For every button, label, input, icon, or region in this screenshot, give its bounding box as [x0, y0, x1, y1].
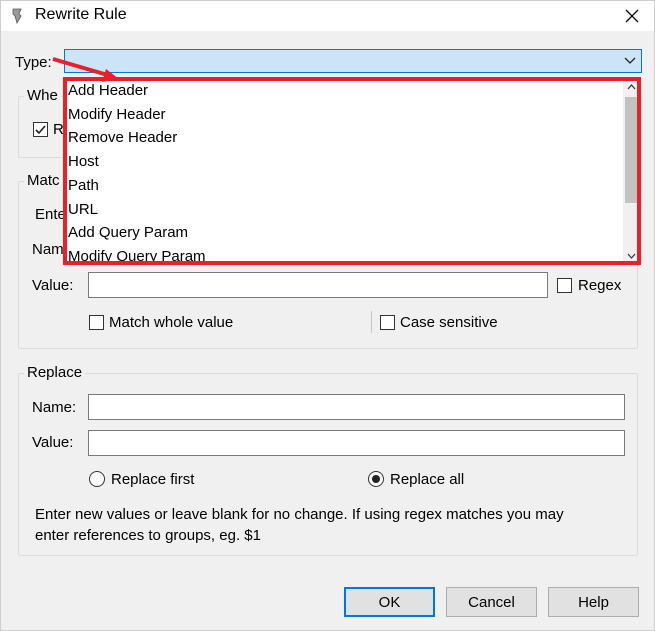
match-whole-checkbox[interactable]: [89, 315, 104, 330]
annotation-arrow-icon: [52, 57, 119, 82]
replace-name-input[interactable]: [88, 394, 625, 420]
replace-hint-line2: enter references to groups, eg. $1: [35, 527, 261, 544]
where-checkbox[interactable]: [33, 122, 48, 137]
type-dropdown-list[interactable]: Add Header Modify Header Remove Header H…: [63, 77, 641, 265]
match-whole-label: Match whole value: [109, 314, 234, 331]
dropdown-option-remove-header[interactable]: Remove Header: [68, 129, 177, 146]
rewrite-rule-dialog: Rewrite Rule Type: Whe R Matc Ente Nam V…: [0, 0, 655, 631]
window-title: Rewrite Rule: [35, 6, 127, 23]
scroll-thumb[interactable]: [625, 97, 638, 203]
match-value-input[interactable]: [88, 272, 548, 298]
replace-hint-line1: Enter new values or leave blank for no c…: [35, 506, 564, 523]
match-enter-label: Ente: [35, 206, 66, 223]
replace-value-input[interactable]: [88, 430, 625, 456]
help-button[interactable]: Help: [548, 587, 639, 617]
match-group-title: Matc: [24, 172, 63, 189]
replace-first-label: Replace first: [111, 471, 195, 488]
close-icon: [625, 9, 639, 23]
dropdown-option-add-header[interactable]: Add Header: [68, 82, 148, 99]
dropdown-option-url[interactable]: URL: [68, 201, 98, 218]
chevron-down-icon: [627, 253, 636, 259]
case-sensitive-checkbox[interactable]: [380, 315, 395, 330]
close-button[interactable]: [610, 1, 654, 31]
ok-button[interactable]: OK: [344, 587, 435, 617]
dropdown-scrollbar[interactable]: [623, 78, 640, 264]
regex-label: Regex: [578, 277, 622, 294]
dropdown-option-modify-query-param[interactable]: Modify Query Param: [68, 248, 206, 264]
where-group-title: Whe: [24, 87, 61, 104]
replace-all-label: Replace all: [390, 471, 465, 488]
scroll-down-button[interactable]: [623, 247, 640, 264]
dropdown-option-add-query-param[interactable]: Add Query Param: [68, 224, 188, 241]
dropdown-option-path[interactable]: Path: [68, 177, 99, 194]
type-combobox[interactable]: [64, 49, 642, 73]
replace-value-label: Value:: [32, 434, 74, 451]
chevron-up-icon: [627, 83, 636, 89]
replace-name-label: Name:: [32, 399, 77, 416]
match-value-label: Value:: [32, 277, 74, 294]
separator: [371, 311, 372, 333]
replace-group-title: Replace: [24, 364, 86, 381]
dropdown-option-host[interactable]: Host: [68, 153, 99, 170]
radio-selected-dot: [372, 475, 380, 483]
match-name-label: Nam: [32, 241, 64, 258]
dropdown-option-modify-header[interactable]: Modify Header: [68, 106, 166, 123]
app-icon: [12, 8, 22, 24]
replace-all-radio[interactable]: [368, 471, 384, 487]
replace-first-radio[interactable]: [89, 471, 105, 487]
type-label: Type:: [15, 54, 52, 71]
chevron-down-icon: [624, 57, 636, 64]
type-combobox-arrow[interactable]: [619, 50, 641, 72]
cancel-button[interactable]: Cancel: [446, 587, 537, 617]
case-sensitive-label: Case sensitive: [400, 314, 498, 331]
scroll-up-button[interactable]: [623, 78, 640, 95]
regex-checkbox[interactable]: [557, 278, 572, 293]
title-bar: Rewrite Rule: [1, 1, 654, 31]
checkmark-icon: [35, 125, 46, 135]
